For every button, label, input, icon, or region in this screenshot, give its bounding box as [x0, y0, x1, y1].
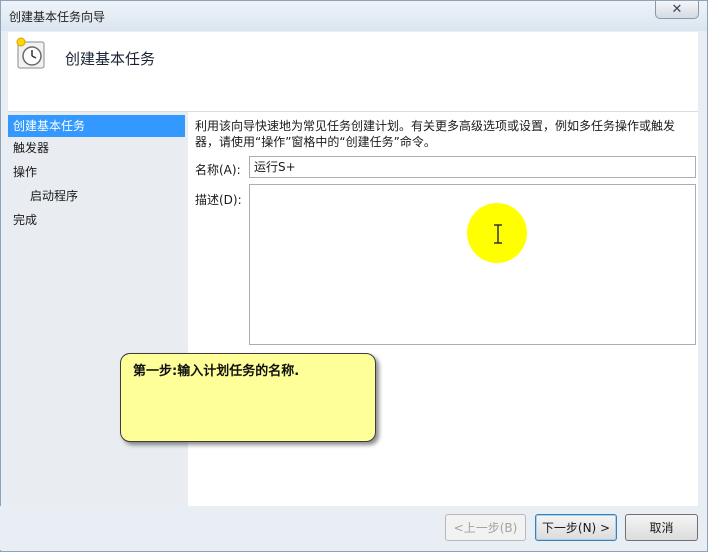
window-title: 创建基本任务向导 — [9, 10, 106, 24]
callout-text: 第一步:输入计划任务的名称. — [133, 364, 300, 379]
page-title: 创建基本任务 — [65, 50, 156, 68]
sidebar-item-create-task[interactable]: 创建基本任务 — [8, 115, 185, 137]
sidebar-item-finish[interactable]: 完成 — [8, 209, 185, 231]
next-button[interactable]: 下一步(N) > — [535, 514, 617, 541]
wizard-header: 创建基本任务 — [8, 32, 698, 112]
wizard-steps-sidebar: 创建基本任务 触发器 操作 启动程序 完成 — [8, 112, 188, 506]
ibeam-cursor-icon — [494, 224, 502, 244]
name-label: 名称(A): — [195, 163, 241, 177]
close-icon: ✕ — [671, 2, 683, 17]
wizard-intro-text: 利用该向导快速地为常见任务创建计划。有关更多高级选项或设置，例如多任务操作或触发… — [195, 119, 676, 149]
clock-task-icon — [16, 37, 45, 69]
name-input[interactable]: 运行S+ — [249, 156, 696, 178]
sidebar-item-trigger[interactable]: 触发器 — [8, 137, 185, 159]
cancel-button[interactable]: 取消 — [625, 514, 698, 541]
sidebar-item-action[interactable]: 操作 — [8, 161, 185, 183]
back-button[interactable]: <上一步(B) — [445, 514, 526, 541]
description-textarea[interactable] — [249, 184, 696, 345]
tutorial-callout: 第一步:输入计划任务的名称. — [120, 353, 376, 442]
close-button[interactable]: ✕ — [655, 1, 699, 19]
description-label: 描述(D): — [195, 193, 242, 207]
sidebar-item-start-program[interactable]: 启动程序 — [8, 185, 185, 207]
title-bar[interactable]: 创建基本任务向导 ✕ — [1, 1, 707, 31]
